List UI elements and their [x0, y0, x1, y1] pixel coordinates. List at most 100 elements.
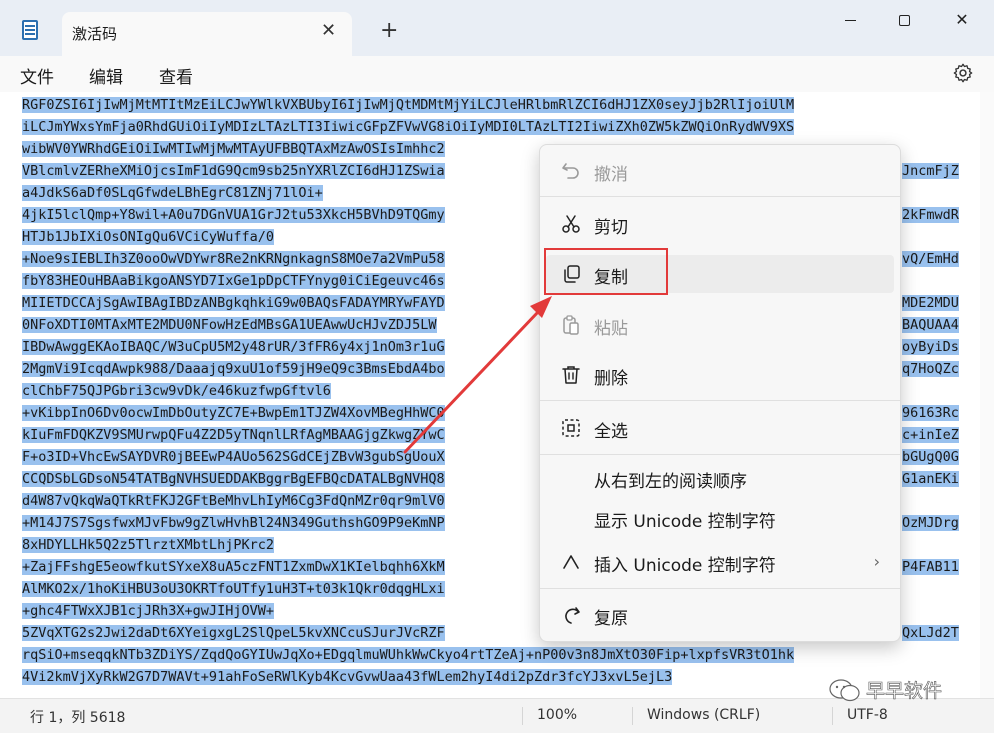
- context-menu: 撤消 剪切 复制 粘贴 删除 全选 从右到左的阅读顺序 显示 Unicode 控…: [539, 144, 901, 642]
- menu-edit[interactable]: 编辑: [89, 63, 123, 88]
- chevron-right-icon: ›: [873, 552, 880, 571]
- selected-text: MDE2MDU: [902, 295, 959, 311]
- editor-right-fragments: JncmFjZ 2kFmwdR vQ/EmHd MDE2MDU BAQUAA4 oyByi…: [902, 94, 959, 688]
- minimize-button[interactable]: [828, 8, 872, 32]
- selected-text: c+inIeZ: [902, 427, 959, 443]
- selected-text: P4FAB11: [902, 559, 959, 575]
- selected-text: clChbF75QJPGbri3cw9vDk/e46kuzfwpGftvl6: [22, 383, 331, 399]
- tab-close-icon[interactable]: ✕: [321, 20, 336, 41]
- selected-text: 0NFoXDTI0MTAxMTE2MDU0NFowHzEdMBsGA1UEAww…: [22, 317, 437, 333]
- text-line-right: [902, 534, 959, 556]
- reconvert-label: 复原: [594, 609, 628, 629]
- text-line-right: [902, 380, 959, 402]
- close-button[interactable]: ✕: [940, 8, 984, 32]
- new-tab-icon[interactable]: +: [380, 20, 398, 42]
- selected-text: CCQDSbLGDsoN54TATBgNVHSUEDDAKBggrBgEFBQc…: [22, 471, 445, 487]
- text-line-right: [902, 116, 959, 138]
- tab-activation-code[interactable]: 激活码 ✕: [62, 12, 352, 56]
- menu-view[interactable]: 查看: [159, 63, 193, 88]
- text-line-right: 96163Rc: [902, 402, 959, 424]
- text-line: 4Vi2kmVjXyRkW2G7D7WAVt+91ahFoSeRWlKyb4Kc…: [22, 666, 794, 688]
- status-divider: [632, 707, 633, 725]
- text-line-right: OzMJDrg: [902, 512, 959, 534]
- selected-text: +ghc4FTWxXJB1cjJRh3X+gwJIHjOVW+: [22, 603, 274, 619]
- text-line-right: [902, 270, 959, 292]
- selected-text: 4jkI5lclQmp+Y8wil+A0u7DGnVUA1GrJ2tu53Xkc…: [22, 207, 445, 223]
- text-line-right: oyByiDs: [902, 336, 959, 358]
- line-ending: Windows (CRLF): [647, 707, 761, 723]
- paste-label: 粘贴: [594, 319, 628, 339]
- title-bar: 激活码 ✕ + ✕: [0, 0, 994, 56]
- selected-text: HTJb1JbIXiOsONIgQu6VCiCyWuffa/0: [22, 229, 274, 245]
- select-all-icon: [562, 419, 580, 437]
- text-line-right: JncmFjZ: [902, 160, 959, 182]
- text-line-right: vQ/EmHd: [902, 248, 959, 270]
- notepad-window: 激活码 ✕ + ✕ 文件 编辑 查看 RGF0ZSI6IjIwMjMtMTItM…: [0, 0, 994, 733]
- text-line-right: q7HoQZc: [902, 358, 959, 380]
- selected-text: G1anEKi: [902, 471, 959, 487]
- status-divider: [832, 707, 833, 725]
- selected-text: OzMJDrg: [902, 515, 959, 531]
- selected-text: oyByiDs: [902, 339, 959, 355]
- selected-text: IBDwAwggEKAoIBAQC/W3uCpU5M2y48rUR/3fFR6y…: [22, 339, 445, 355]
- selected-text: iLCJmYWxsYmFja0RhdGUiOiIyMDIzLTAzLTI3Iiw…: [22, 119, 795, 135]
- text-line-right: 2kFmwdR: [902, 204, 959, 226]
- text-line-right: [902, 138, 959, 160]
- menu-item-rtl-reading[interactable]: 从右到左的阅读顺序: [546, 459, 894, 497]
- maximize-icon: [898, 15, 910, 26]
- zoom-level: 100%: [537, 707, 578, 723]
- menu-separator: [540, 588, 900, 589]
- text-line-right: MDE2MDU: [902, 292, 959, 314]
- close-icon: ✕: [955, 10, 969, 29]
- menu-separator: [540, 454, 900, 455]
- show-unicode-label: 显示 Unicode 控制字符: [594, 512, 776, 532]
- paste-icon: [563, 315, 579, 335]
- tab-title: 激活码: [72, 25, 118, 43]
- text-line-right: G1anEKi: [902, 468, 959, 490]
- cut-label: 剪切: [594, 218, 628, 238]
- text-line-right: [902, 182, 959, 204]
- menu-item-reconvert[interactable]: 复原: [546, 596, 894, 634]
- selected-text: JncmFjZ: [902, 163, 959, 179]
- selected-text: bGUgQ0G: [902, 449, 959, 465]
- menu-item-delete[interactable]: 删除: [546, 356, 894, 394]
- menu-item-insert-unicode[interactable]: 插入 Unicode 控制字符 ›: [546, 543, 894, 581]
- text-line-right: [902, 490, 959, 512]
- menu-item-select-all[interactable]: 全选: [546, 409, 894, 447]
- text-line: iLCJmYWxsYmFja0RhdGUiOiIyMDIzLTAzLTI3Iiw…: [22, 116, 795, 138]
- vertical-scrollbar[interactable]: [980, 92, 994, 698]
- selected-text: +Noe9sIEBLIh3Z0ooOwVDYwr8Re2nKRNgnkagnS8…: [22, 251, 445, 267]
- settings-gear-icon[interactable]: [952, 62, 974, 84]
- copy-highlight-box: [544, 248, 668, 295]
- text-line-right: [902, 644, 959, 666]
- menu-item-cut[interactable]: 剪切: [546, 205, 894, 243]
- reconvert-icon: [565, 607, 580, 624]
- watermark-text: 早早软件: [866, 680, 943, 703]
- select-all-label: 全选: [594, 422, 628, 442]
- menu-item-undo[interactable]: 撤消: [546, 152, 894, 190]
- insert-unicode-label: 插入 Unicode 控制字符: [594, 556, 776, 576]
- delete-label: 删除: [594, 369, 628, 389]
- selected-text: +vKibpInO6Dv0ocwImDbOutyZC7E+BwpEm1TJZW4…: [22, 405, 445, 421]
- text-line: rqSiO+mseqqkNTb3ZDiYS/ZqdQoGYIUwJqXo+EDg…: [22, 644, 795, 666]
- maximize-button[interactable]: [882, 8, 926, 32]
- selected-text: RGF0ZSI6IjIwMjMtMTItMzEiLCJwYWlkVXBUbyI6…: [22, 97, 795, 113]
- selected-text: kIuFmFDQKZV9SMUrwpQFu4Z2D5yTNqnlLRfAgMBA…: [22, 427, 445, 443]
- text-line-right: BAQUAA4: [902, 314, 959, 336]
- selected-text: 2MgmVi9IcqdAwpk988/Daaajq9xuU1of59jH9eQ9…: [22, 361, 445, 377]
- selected-text: BAQUAA4: [902, 317, 959, 333]
- cursor-position: 行 1，列 5618: [30, 710, 126, 726]
- selected-text: MIIETDCCAjSgAwIBAgIBDzANBgkqhkiG9w0BAQsF…: [22, 295, 445, 311]
- selected-text: d4W87vQkqWaQTkRtFKJ2GFtBeMhvLhIyM6Cg3FdQ…: [22, 493, 445, 509]
- menu-item-paste[interactable]: 粘贴: [546, 306, 894, 344]
- menu-item-show-unicode[interactable]: 显示 Unicode 控制字符: [546, 499, 894, 537]
- menu-separator: [540, 400, 900, 401]
- selected-text: F+o3ID+VhcEwSAYDVR0jBEEwP4AUo562SGdCEjZB…: [22, 449, 445, 465]
- menu-file[interactable]: 文件: [20, 63, 54, 88]
- text-line-right: c+inIeZ: [902, 424, 959, 446]
- scissors-icon: [562, 215, 580, 233]
- selected-text: 4Vi2kmVjXyRkW2G7D7WAVt+91ahFoSeRWlKyb4Kc…: [22, 669, 673, 685]
- selected-text: fbY83HEOuHBAaBikgoANSYD7IxGe1pDpCTFYnyg0…: [22, 273, 445, 289]
- encoding: UTF-8: [847, 707, 888, 723]
- selected-text: 5ZVqXTG2s2Jwi2daDt6XYeigxgL2SlQpeL5kvXNC…: [22, 625, 445, 641]
